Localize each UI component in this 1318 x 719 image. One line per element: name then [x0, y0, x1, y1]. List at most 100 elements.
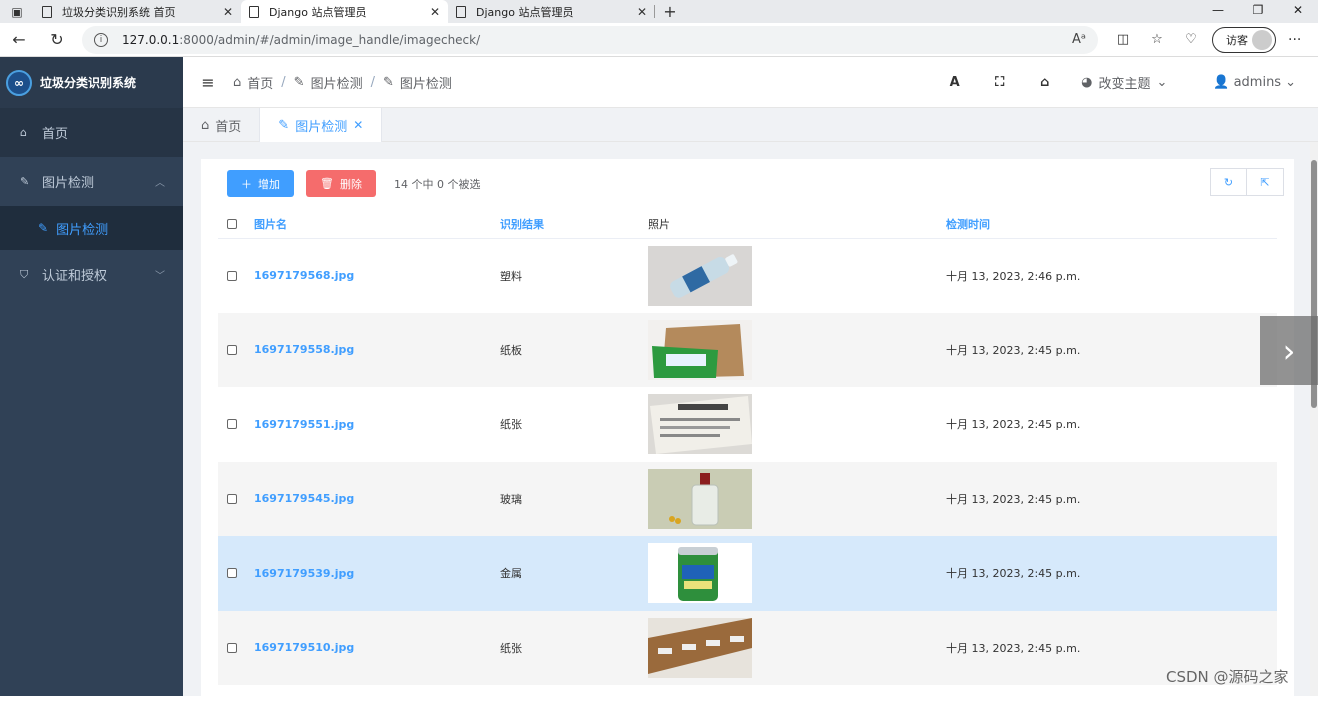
profile-button[interactable]: 访客 [1212, 26, 1276, 53]
palette-icon: ◕ [1081, 75, 1093, 90]
site-info-icon[interactable]: i [94, 32, 108, 47]
breadcrumb-item[interactable]: 首页 [247, 73, 273, 92]
brush-icon: ✎ [278, 117, 290, 133]
browser-tab-3[interactable]: Django 站点管理员 ✕ [448, 0, 655, 23]
browser-tab-1[interactable]: 垃圾分类识别系统 首页 ✕ [34, 0, 241, 23]
file-link[interactable]: 1697179551.jpg [254, 418, 354, 431]
browser-tab-2[interactable]: Django 站点管理员 ✕ [241, 0, 448, 23]
app-logo[interactable]: ∞ 垃圾分类识别系统 [0, 57, 183, 108]
select-all-checkbox[interactable] [227, 218, 237, 229]
split-screen-icon[interactable]: ◫ [1106, 32, 1140, 47]
time-cell: 十月 13, 2023, 2:46 p.m. [946, 269, 1081, 283]
close-tab-icon[interactable]: ✕ [430, 5, 440, 19]
more-menu-icon[interactable]: ··· [1288, 32, 1301, 48]
home-icon: ⌂ [20, 126, 27, 139]
back-icon[interactable]: ← [0, 30, 38, 49]
results-table: 图片名 识别结果 照片 检测时间 1697179568.jpg 塑料 十月 13… [218, 210, 1277, 685]
home-icon[interactable]: ⌂ [1022, 75, 1067, 90]
export-icon[interactable]: ⇱ [1247, 168, 1284, 196]
change-theme-dropdown[interactable]: ◕ 改变主题 ⌄ [1081, 73, 1167, 92]
page-scrollbar[interactable] [1310, 142, 1318, 696]
user-dropdown[interactable]: 👤 admins ⌄ [1213, 75, 1296, 90]
tag-home[interactable]: ⌂ 首页 [183, 108, 259, 142]
row-checkbox[interactable] [227, 270, 237, 281]
photo-thumbnail [648, 245, 752, 306]
watermark: CSDN @源码之家 [1166, 668, 1289, 686]
row-checkbox[interactable] [227, 344, 237, 355]
browser-essentials-icon[interactable]: ♡ [1174, 32, 1208, 47]
sidebar-item-auth[interactable]: ⛉ 认证和授权 ﹀ [0, 250, 183, 299]
font-size-icon[interactable]: A [932, 75, 977, 90]
reload-icon[interactable]: ↻ [38, 30, 76, 49]
favorites-icon[interactable]: ☆ [1140, 32, 1174, 47]
maximize-icon[interactable]: ❐ [1238, 0, 1278, 23]
fullscreen-icon[interactable]: ⛶ [977, 75, 1022, 90]
plus-icon: ＋ [241, 177, 252, 191]
tag-image-check[interactable]: ✎ 图片检测 ✕ [259, 108, 383, 142]
page-icon [42, 5, 52, 18]
photo-thumbnail [648, 319, 752, 380]
sidebar-item-image-check[interactable]: ✎ 图片检测 ︿ [0, 157, 183, 206]
time-cell: 十月 13, 2023, 2:45 p.m. [946, 461, 1277, 536]
selection-info: 14 个中 0 个被选 [393, 177, 481, 191]
breadcrumb: ⌂ 首页 / ✎ 图片检测 / ✎ 图片检测 [233, 73, 452, 92]
close-window-icon[interactable]: ✕ [1278, 0, 1318, 23]
breadcrumb-item[interactable]: 图片检测 [311, 73, 363, 92]
shield-icon: ⛉ [20, 267, 29, 281]
window-controls: — ❐ ✕ [1198, 0, 1318, 23]
file-link[interactable]: 1697179568.jpg [254, 269, 354, 282]
logo-icon: ∞ [6, 69, 32, 96]
chevron-down-icon: ⌄ [1285, 75, 1296, 90]
row-checkbox[interactable] [227, 568, 237, 579]
table-row: 1697179568.jpg 塑料 十月 13, 2023, 2:46 p.m. [218, 238, 1277, 313]
url-field[interactable]: i 127.0.0.1:8000/admin/#/admin/image_han… [82, 25, 1098, 54]
home-icon: ⌂ [201, 117, 210, 133]
row-checkbox[interactable] [227, 642, 237, 653]
browser-tabstrip: ▣ 垃圾分类识别系统 首页 ✕ Django 站点管理员 ✕ Django 站点… [0, 0, 1318, 23]
table-row: 1697179545.jpg 玻璃 十月 13, 2023, 2:45 p.m. [218, 461, 1277, 536]
menu-toggle-icon[interactable]: ≡ [183, 73, 233, 92]
close-tab-icon[interactable]: ✕ [223, 5, 233, 19]
file-link[interactable]: 1697179545.jpg [254, 492, 354, 505]
photo-thumbnail [648, 617, 752, 678]
minimize-icon[interactable]: — [1198, 0, 1238, 23]
table-row: 1697179558.jpg 纸板 十月 13, 2023, 2:45 p.m. [218, 312, 1277, 387]
brush-icon: ✎ [293, 74, 305, 90]
read-aloud-icon[interactable]: Aᵃ [1072, 32, 1086, 47]
close-icon[interactable]: ✕ [353, 118, 363, 132]
time-cell: 十月 13, 2023, 2:45 p.m. [946, 312, 1277, 387]
new-tab-button[interactable]: + [655, 0, 685, 23]
photo-thumbnail [648, 468, 752, 529]
delete-button[interactable]: 🗑 删除 [306, 170, 376, 197]
topbar: ≡ ⌂ 首页 / ✎ 图片检测 / ✎ 图片检测 A ⛶ ⌂ ◕ 改变主题 ⌄ … [183, 57, 1318, 108]
row-checkbox[interactable] [227, 493, 237, 504]
address-bar: ← ↻ i 127.0.0.1:8000/admin/#/admin/image… [0, 23, 1318, 57]
sidebar: ∞ 垃圾分类识别系统 ⌂ 首页 ✎ 图片检测 ︿ ✎ 图片检测 ⛉ 认证和授权 … [0, 57, 183, 696]
result-cell: 塑料 [500, 269, 522, 283]
photo-thumbnail [648, 394, 752, 455]
add-button[interactable]: ＋ 增加 [227, 170, 294, 197]
tab-actions-icon[interactable]: ▣ [0, 0, 34, 23]
column-header-time[interactable]: 检测时间 [946, 210, 1277, 239]
file-link[interactable]: 1697179558.jpg [254, 343, 354, 356]
chevron-right-icon[interactable]: › [1260, 316, 1318, 385]
column-header-name[interactable]: 图片名 [254, 210, 500, 239]
close-tab-icon[interactable]: ✕ [637, 5, 647, 19]
brush-icon: ✎ [382, 74, 394, 90]
page-icon [456, 5, 466, 18]
table-header: 图片名 识别结果 照片 检测时间 [218, 210, 1277, 239]
result-cell: 纸张 [500, 418, 522, 432]
brush-icon: ✎ [38, 221, 49, 235]
file-link[interactable]: 1697179539.jpg [254, 567, 354, 580]
sidebar-item-home[interactable]: ⌂ 首页 [0, 108, 183, 157]
row-checkbox[interactable] [227, 419, 237, 430]
result-cell: 玻璃 [500, 461, 648, 536]
time-cell: 十月 13, 2023, 2:45 p.m. [946, 536, 1277, 611]
file-link[interactable]: 1697179510.jpg [254, 641, 354, 654]
refresh-icon[interactable]: ↻ [1210, 168, 1247, 196]
chevron-up-icon: ︿ [155, 178, 165, 189]
table-row: 1697179539.jpg 金属 十月 13, 2023, 2:45 p.m. [218, 536, 1277, 611]
column-header-result[interactable]: 识别结果 [500, 210, 648, 239]
result-cell: 纸板 [500, 312, 648, 387]
sidebar-subitem-image-check[interactable]: ✎ 图片检测 [0, 206, 183, 250]
